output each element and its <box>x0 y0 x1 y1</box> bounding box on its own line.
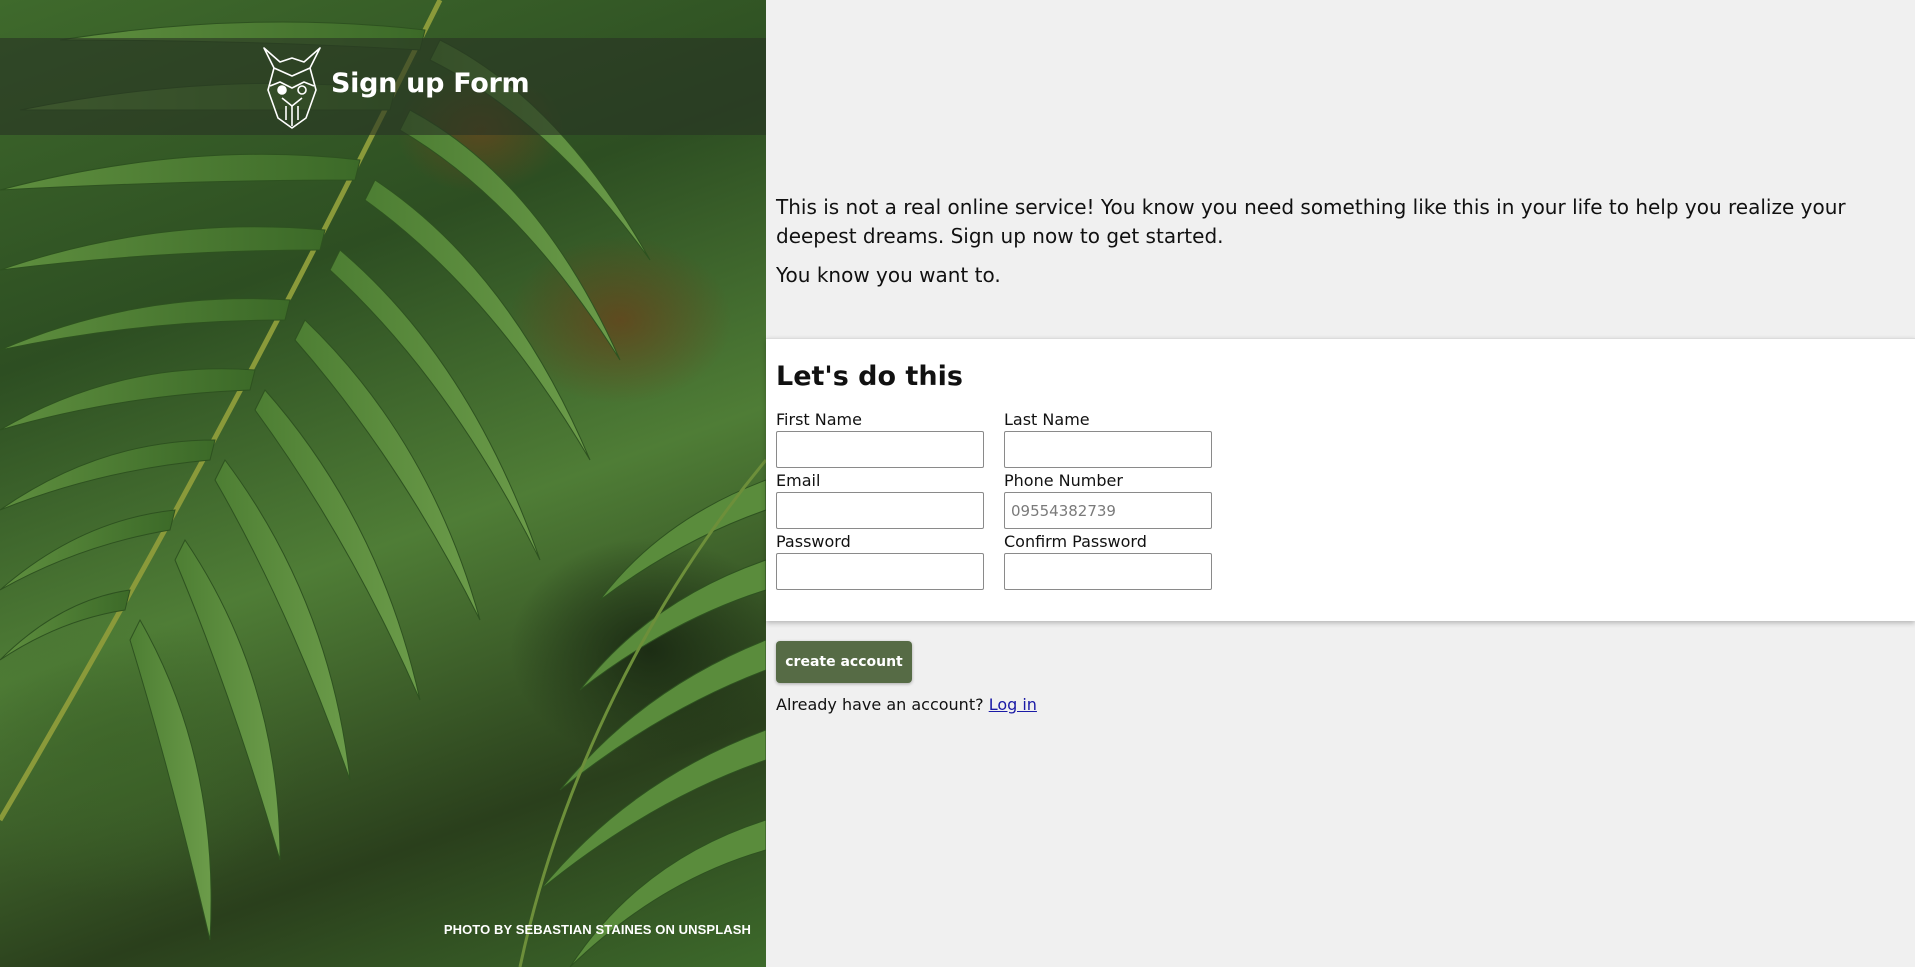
email-label: Email <box>776 471 821 490</box>
first-name-label: First Name <box>776 410 862 429</box>
phone-field: Phone Number <box>1004 471 1212 529</box>
form-heading: Let's do this <box>776 361 963 392</box>
hero-panel: Sign up Form PHOTO BY SEBASTIAN STAINES … <box>0 0 766 967</box>
signup-form-panel: Let's do this First Name Last Name Email… <box>766 338 1915 621</box>
email-input[interactable] <box>776 492 984 529</box>
phone-label: Phone Number <box>1004 471 1123 490</box>
intro-section: This is not a real online service! You k… <box>776 193 1896 300</box>
intro-paragraph: This is not a real online service! You k… <box>776 195 1846 248</box>
create-account-button[interactable]: create account <box>776 641 912 683</box>
last-name-label: Last Name <box>1004 410 1090 429</box>
intro-tagline: You know you want to. <box>776 263 1001 287</box>
hero-header-bar: Sign up Form <box>0 38 766 135</box>
password-field: Password <box>776 532 984 590</box>
confirm-password-label: Confirm Password <box>1004 532 1147 551</box>
phone-input[interactable] <box>1004 492 1212 529</box>
last-name-field: Last Name <box>1004 410 1212 468</box>
login-prompt: Already have an account? Log in <box>776 695 1037 714</box>
login-prompt-text: Already have an account? <box>776 695 984 714</box>
confirm-password-field: Confirm Password <box>1004 532 1212 590</box>
last-name-input[interactable] <box>1004 431 1212 468</box>
hero-title: Sign up Form <box>331 68 530 99</box>
email-field: Email <box>776 471 984 529</box>
first-name-field: First Name <box>776 410 984 468</box>
confirm-password-input[interactable] <box>1004 553 1212 590</box>
login-link[interactable]: Log in <box>989 695 1037 714</box>
password-input[interactable] <box>776 553 984 590</box>
first-name-input[interactable] <box>776 431 984 468</box>
fern-background-image <box>0 0 766 967</box>
photo-credit: PHOTO BY SEBASTIAN STAINES ON UNSPLASH <box>443 922 751 937</box>
odin-helmet-logo-icon <box>263 47 321 129</box>
password-label: Password <box>776 532 851 551</box>
